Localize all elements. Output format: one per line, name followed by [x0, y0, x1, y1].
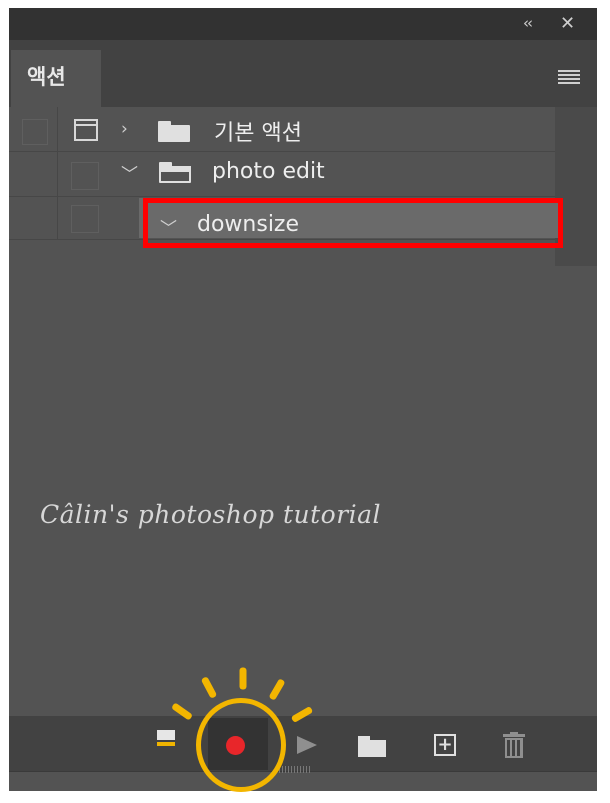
collapse-icon[interactable]: ‹‹	[523, 14, 533, 32]
play-icon[interactable]	[297, 736, 317, 754]
chevron-down-icon[interactable]: ﹀	[121, 160, 138, 185]
watermark: Câlin's photoshop tutorial	[40, 500, 382, 529]
action-set-name: photo edit	[212, 159, 325, 184]
new-set-icon[interactable]	[358, 736, 388, 757]
action-set-name: 기본 액션	[214, 121, 302, 146]
chevron-right-icon[interactable]: ›	[121, 119, 128, 139]
toggle-item-checkbox[interactable]	[71, 205, 99, 233]
toggle-item-checkbox[interactable]	[22, 119, 48, 145]
annotation-red-box	[143, 198, 563, 248]
action-row-photo-edit[interactable]: ﹀ photo edit	[9, 152, 555, 197]
panel-title-bar: ‹‹ ✕	[9, 8, 597, 40]
annotation-ray	[239, 667, 247, 690]
stop-icon[interactable]	[157, 728, 177, 748]
actions-panel: ‹‹ ✕ 액션 › 기본 액션 ﹀ photo edit	[9, 8, 597, 791]
resize-grip[interactable]	[276, 766, 310, 773]
tab-actions-label: 액션	[27, 65, 66, 89]
new-action-icon[interactable]: +	[434, 734, 456, 756]
close-icon[interactable]: ✕	[560, 13, 575, 34]
annotation-yellow-circle	[196, 698, 286, 792]
folder-icon	[158, 121, 190, 142]
action-row-default-actions[interactable]: › 기본 액션	[9, 107, 555, 152]
panel-menu-icon[interactable]	[558, 70, 580, 84]
panel-bottom-strip	[9, 771, 597, 791]
trash-icon[interactable]	[503, 732, 525, 758]
toggle-item-checkbox[interactable]	[71, 162, 99, 190]
dialog-toggle-icon[interactable]	[74, 119, 98, 141]
folder-open-icon	[159, 162, 191, 183]
tab-actions[interactable]: 액션	[11, 50, 101, 107]
tab-bar: 액션	[9, 40, 597, 107]
